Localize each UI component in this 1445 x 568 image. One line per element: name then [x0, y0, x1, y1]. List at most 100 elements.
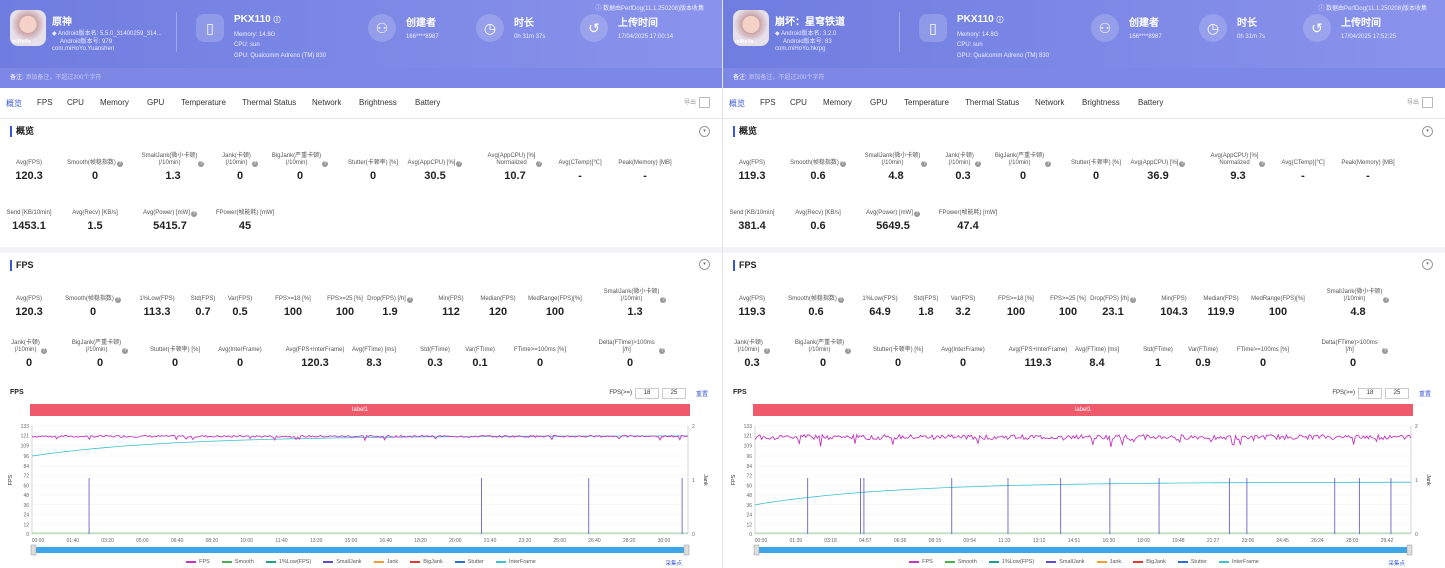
legend-item[interactable]: Jank: [373, 559, 399, 565]
legend-swatch: [221, 560, 232, 563]
y-tick-label: 109: [744, 443, 753, 449]
legend-swatch: [909, 560, 920, 563]
slider-handle-right: [683, 544, 690, 556]
legend-item[interactable]: InterFrame: [1218, 559, 1259, 565]
legend-item[interactable]: BigJank: [1133, 559, 1166, 565]
y-tick-label: 60: [746, 483, 752, 489]
y2-tick-label: 2: [1415, 424, 1418, 430]
legend-item[interactable]: BigJank: [410, 559, 443, 565]
x-tick-label: 25:00: [553, 538, 566, 544]
legend-swatch: [454, 560, 465, 563]
x-tick-label: 11:40: [275, 538, 287, 544]
x-tick-label: 16:30: [1103, 538, 1116, 544]
x-tick-label: 00:00: [755, 538, 768, 544]
series-interframe-line: [754, 481, 1411, 506]
y-tick-label: 133: [744, 424, 753, 430]
legend-swatch: [323, 560, 334, 563]
y2-tick-label: 0: [1415, 532, 1418, 538]
legend-item[interactable]: FPS: [909, 559, 933, 565]
slider-handle-right: [1406, 544, 1413, 556]
legend-swatch: [944, 560, 955, 563]
y-tick-label: 72: [23, 474, 29, 480]
series-fps-line: [754, 433, 1412, 448]
y-tick-label: 12: [746, 522, 752, 528]
legend-item[interactable]: Jank: [1096, 559, 1121, 565]
x-tick-label: 04:57: [859, 538, 872, 544]
slider-handle-left: [753, 544, 760, 556]
legend-label: InterFrame: [508, 559, 536, 565]
legend-swatch: [410, 560, 421, 563]
x-tick-label: 10:00: [240, 538, 253, 544]
y-tick-label: 96: [746, 454, 752, 460]
y2-axis-label: Jank: [702, 474, 708, 486]
legend-label: 1%Low(FPS): [1001, 559, 1035, 565]
x-tick-label: 18:09: [1137, 538, 1150, 544]
x-tick-label: 23:20: [519, 538, 532, 544]
y-tick-label: 72: [746, 474, 752, 480]
legend-item[interactable]: InterFrame: [495, 559, 536, 565]
legend-swatch: [1218, 560, 1229, 563]
x-tick-label: 21:40: [484, 538, 497, 544]
x-tick-label: 13:12: [1033, 538, 1046, 544]
x-tick-label: 28:03: [1346, 538, 1359, 544]
y-tick-label: 48: [23, 493, 29, 499]
legend-item[interactable]: SmallJank: [1046, 559, 1085, 565]
x-tick-label: 19:48: [1172, 538, 1185, 544]
legend-item[interactable]: 1%Low(FPS): [988, 559, 1035, 565]
x-tick-label: 08:15: [929, 538, 942, 544]
x-tick-label: 24:45: [1276, 538, 1289, 544]
chart-legend: FPS Smooth 1%Low(FPS) SmallJank Jank BigJank S…: [0, 559, 722, 565]
legend-swatch: [265, 560, 276, 563]
y-tick-label: 36: [746, 503, 752, 509]
y-tick-label: 36: [23, 503, 29, 509]
x-tick-label: 30:00: [658, 538, 671, 544]
y-tick-label: 96: [23, 454, 29, 460]
legend-item[interactable]: Smooth: [221, 559, 254, 565]
x-tick-label: 13:20: [310, 538, 323, 544]
y-tick-label: 12: [23, 522, 29, 528]
legend-label: BigJank: [423, 559, 443, 565]
y2-tick-label: 2: [692, 424, 695, 430]
legend-label: SmallJank: [336, 559, 362, 565]
legend-item[interactable]: Stutter: [1177, 559, 1207, 565]
legend-swatch: [1133, 560, 1144, 563]
legend-label: Jank: [386, 559, 399, 565]
y2-tick-label: 1: [692, 478, 695, 484]
report-comparison: ⓘ 数据由PerfDog(11.1.250208)版本收集 miHoYo 原神 …: [0, 0, 1445, 568]
x-tick-label: 03:20: [101, 538, 114, 544]
legend-swatch: [373, 560, 384, 563]
legend-swatch: [1177, 560, 1188, 563]
y-tick-label: 109: [21, 443, 30, 449]
legend-item[interactable]: Stutter: [454, 559, 484, 565]
x-tick-label: 01:40: [67, 538, 80, 544]
x-tick-label: 26:24: [1311, 538, 1324, 544]
y-tick-label: 60: [23, 483, 29, 489]
x-tick-label: 21:27: [1207, 538, 1220, 544]
chart-legend: FPS Smooth 1%Low(FPS) SmallJank Jank BigJank S…: [723, 559, 1445, 565]
time-range-slider: [755, 547, 1411, 553]
time-range-slider: [32, 547, 688, 553]
y-tick-label: 84: [746, 464, 752, 470]
x-tick-label: 06:40: [171, 538, 184, 544]
sample-points-link[interactable]: 采集点: [665, 559, 682, 567]
legend-label: SmallJank: [1059, 559, 1085, 565]
legend-item[interactable]: Smooth: [944, 559, 977, 565]
y-tick-label: 0: [26, 532, 29, 538]
fps-chart[interactable]: 01224364860728496109121133012FPS Jank00:0…: [0, 0, 722, 568]
legend-label: FPS: [199, 559, 210, 565]
x-tick-label: 00:00: [32, 538, 45, 544]
fps-chart[interactable]: 01224364860728496109121133012FPS Jank00:0…: [723, 0, 1445, 568]
legend-item[interactable]: SmallJank: [323, 559, 362, 565]
legend-swatch: [988, 560, 999, 563]
legend-item[interactable]: FPS: [186, 559, 210, 565]
y-tick-label: 121: [744, 434, 753, 440]
slider-handle-left: [30, 544, 37, 556]
legend-item[interactable]: 1%Low(FPS): [265, 559, 312, 565]
x-tick-label: 18:20: [414, 538, 427, 544]
x-tick-label: 14:51: [1068, 538, 1081, 544]
legend-label: 1%Low(FPS): [278, 559, 312, 565]
legend-label: FPS: [922, 559, 933, 565]
legend-swatch: [495, 560, 506, 563]
legend-swatch: [1046, 560, 1057, 563]
sample-points-link[interactable]: 采集点: [1388, 559, 1405, 567]
